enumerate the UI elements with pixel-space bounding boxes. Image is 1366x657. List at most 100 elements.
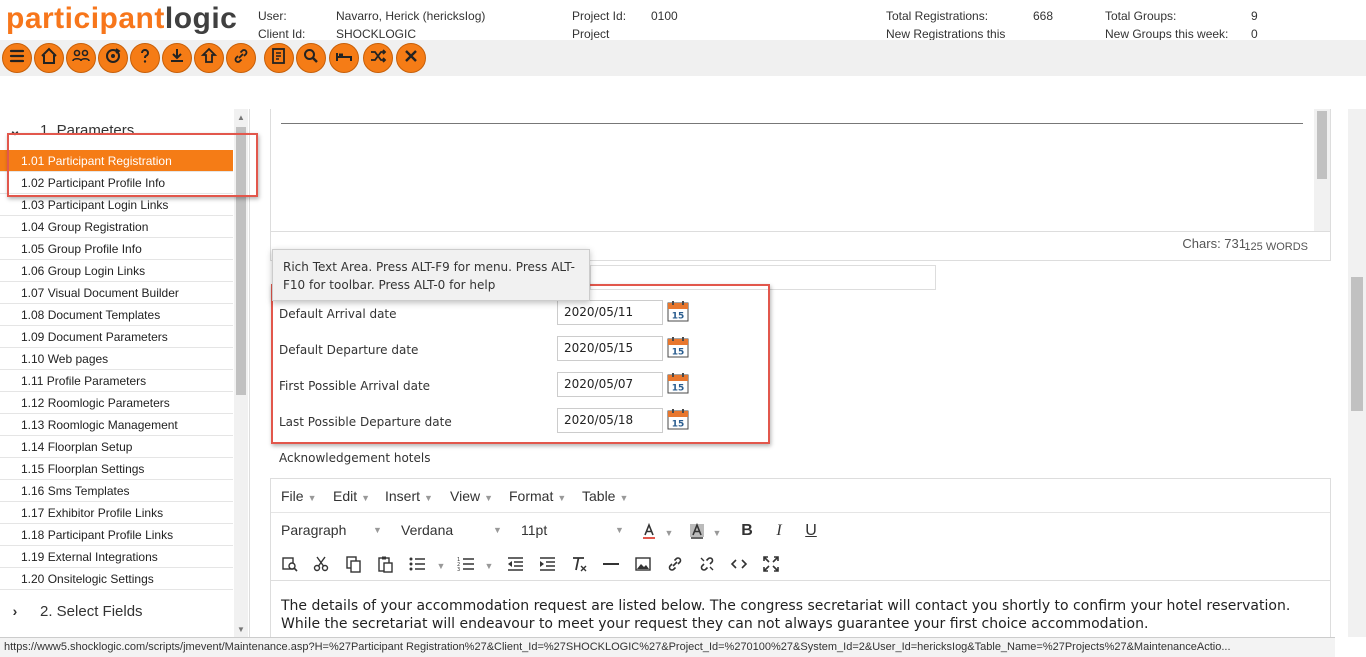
acknowledgement-hotels-label: Acknowledgement hotels: [279, 451, 431, 465]
indent-icon[interactable]: [537, 554, 557, 574]
app-logo[interactable]: participantlogic: [6, 2, 237, 36]
menu-file[interactable]: File ▼: [281, 488, 316, 504]
help-button[interactable]: [130, 43, 160, 73]
sidebar-item[interactable]: 1.08 Document Templates: [0, 304, 233, 326]
fullscreen-icon[interactable]: [761, 554, 781, 574]
date-input[interactable]: 2020/05/07: [557, 372, 663, 397]
calendar-icon[interactable]: 15: [667, 336, 689, 358]
sidebar-item[interactable]: 1.11 Profile Parameters: [0, 370, 233, 392]
sidebar-item[interactable]: 1.04 Group Registration: [0, 216, 233, 238]
groups-button[interactable]: [66, 43, 96, 73]
underline-icon[interactable]: U: [801, 521, 821, 541]
link-button[interactable]: [226, 43, 256, 73]
search-button[interactable]: [296, 43, 326, 73]
sidebar-item[interactable]: 1.16 Sms Templates: [0, 480, 233, 502]
notes-button[interactable]: [264, 43, 294, 73]
menu-edit[interactable]: Edit ▼: [333, 488, 370, 504]
calendar-icon[interactable]: 15: [667, 408, 689, 430]
editor-content[interactable]: The details of your accommodation reques…: [281, 597, 1321, 633]
shuffle-button[interactable]: [363, 43, 393, 73]
bullet-list-icon[interactable]: [407, 554, 427, 574]
paste-icon[interactable]: [375, 554, 395, 574]
bold-icon[interactable]: B: [737, 521, 757, 541]
image-icon[interactable]: [633, 554, 653, 574]
menu-table[interactable]: Table ▼: [582, 488, 628, 504]
sidebar-item[interactable]: 1.05 Group Profile Info: [0, 238, 233, 260]
sidebar-item[interactable]: 1.14 Floorplan Setup: [0, 436, 233, 458]
main-scrollbar[interactable]: [1348, 109, 1366, 637]
accommodation-button[interactable]: [329, 43, 359, 73]
browser-status-url: https://www5.shocklogic.com/scripts/jmev…: [0, 637, 1335, 657]
numbered-list-icon[interactable]: 123: [456, 554, 476, 574]
upload-button[interactable]: [194, 43, 224, 73]
home-button[interactable]: [34, 43, 64, 73]
sidebar-item[interactable]: 1.15 Floorplan Settings: [0, 458, 233, 480]
rich-text-area-top[interactable]: Chars: 731 125 WORDS: [270, 109, 1331, 261]
sidebar-item[interactable]: 1.07 Visual Document Builder: [0, 282, 233, 304]
cut-icon[interactable]: [311, 554, 331, 574]
sync-button[interactable]: [98, 43, 128, 73]
date-input[interactable]: 2020/05/15: [557, 336, 663, 361]
sidebar-item[interactable]: 1.13 Roomlogic Management: [0, 414, 233, 436]
chevron-down-icon[interactable]: ▼: [479, 556, 499, 576]
sidebar-item[interactable]: 1.18 Participant Profile Links: [0, 524, 233, 546]
total-groups-label: Total Groups:: [1105, 9, 1177, 23]
notes-icon: [269, 46, 289, 71]
total-groups-value: 9: [1251, 9, 1258, 23]
date-input[interactable]: 2020/05/11: [557, 300, 663, 325]
block-format-select[interactable]: Paragraph ▼: [281, 522, 382, 538]
chevron-down-icon[interactable]: ▼: [431, 556, 451, 576]
chevron-down-icon[interactable]: ▼: [707, 523, 727, 543]
link-icon[interactable]: [665, 554, 685, 574]
main-toolbar: [0, 40, 1366, 76]
sidebar-item[interactable]: 1.09 Document Parameters: [0, 326, 233, 348]
highlight-box-sidebar: [7, 133, 258, 197]
sidebar-item[interactable]: 1.20 Onsitelogic Settings: [0, 568, 233, 590]
chevron-down-icon[interactable]: ▼: [659, 523, 679, 543]
font-family-select[interactable]: Verdana ▼: [401, 522, 505, 538]
sidebar-item[interactable]: 1.06 Group Login Links: [0, 260, 233, 282]
find-replace-icon[interactable]: [280, 554, 300, 574]
sidebar-section-select-fields[interactable]: › 2. Select Fields: [0, 596, 233, 626]
source-code-icon[interactable]: [729, 554, 749, 574]
sidebar-item[interactable]: 1.12 Roomlogic Parameters: [0, 392, 233, 414]
menu-insert[interactable]: Insert ▼: [385, 488, 433, 504]
text-color-icon[interactable]: [639, 521, 659, 541]
outdent-icon[interactable]: [505, 554, 525, 574]
sidebar-item[interactable]: 1.03 Participant Login Links: [0, 194, 233, 216]
menu-format[interactable]: Format ▼: [509, 488, 566, 504]
horizontal-rule: [281, 123, 1303, 124]
clear-formatting-icon[interactable]: [569, 554, 589, 574]
content-line: The details of your accommodation reques…: [281, 598, 1291, 614]
background-color-icon[interactable]: [687, 521, 707, 541]
calendar-icon[interactable]: 15: [667, 372, 689, 394]
scroll-down-icon[interactable]: ▼: [234, 623, 248, 637]
sidebar-item[interactable]: 1.19 External Integrations: [0, 546, 233, 568]
menu-view[interactable]: View ▼: [450, 488, 493, 504]
unlink-icon[interactable]: [697, 554, 717, 574]
copy-icon[interactable]: [343, 554, 363, 574]
close-button[interactable]: [396, 43, 426, 73]
total-registrations-value: 668: [1033, 9, 1054, 23]
rta-scrollbar[interactable]: [1314, 109, 1330, 231]
calendar-day: 15: [672, 312, 685, 322]
menu-icon: [7, 46, 27, 71]
chevron-right-icon: ›: [12, 603, 18, 619]
project-label: Project Id:: [572, 9, 627, 23]
sidebar-item[interactable]: 1.17 Exhibitor Profile Links: [0, 502, 233, 524]
rich-text-editor[interactable]: File ▼ Edit ▼ Insert ▼ View ▼ Format ▼ Table ▼…: [270, 478, 1331, 648]
horizontal-line-icon[interactable]: [601, 554, 621, 574]
menu-button[interactable]: [2, 43, 32, 73]
sidebar-item[interactable]: 1.10 Web pages: [0, 348, 233, 370]
main-scroll-thumb[interactable]: [1351, 277, 1363, 411]
svg-text:3: 3: [457, 567, 460, 573]
rta-scroll-thumb[interactable]: [1317, 111, 1327, 179]
close-icon: [401, 46, 421, 71]
calendar-icon[interactable]: 15: [667, 300, 689, 322]
scroll-up-icon[interactable]: ▲: [234, 111, 248, 125]
download-button[interactable]: [162, 43, 192, 73]
italic-icon[interactable]: I: [769, 521, 789, 541]
font-size-select[interactable]: 11pt ▼: [521, 522, 625, 538]
date-input[interactable]: 2020/05/18: [557, 408, 663, 433]
date-label: Default Departure date: [279, 343, 419, 357]
